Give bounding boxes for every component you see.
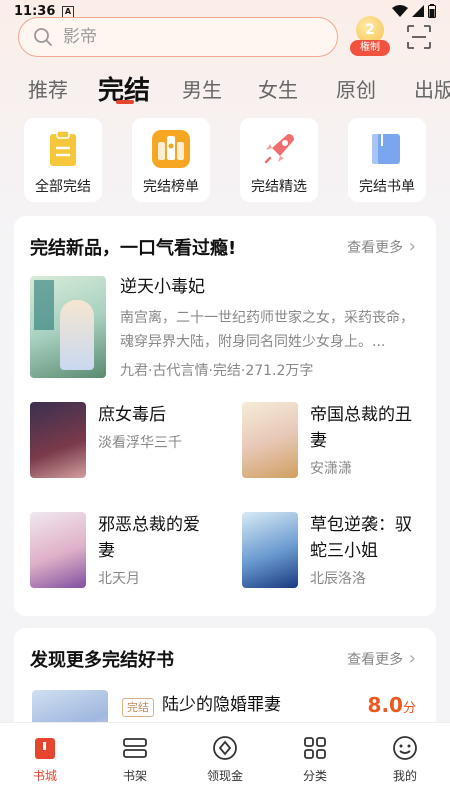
book-title: 逆天小毒妃 (120, 277, 205, 297)
section-title: 完结新品，一口气看过瘾! (30, 238, 237, 259)
wifi-icon (392, 5, 408, 17)
shortcut-ranking[interactable]: 完结榜单 (132, 118, 210, 202)
book-meta: 九君·古代言情·完结·271.2万字 (120, 363, 314, 379)
coin-icon (213, 736, 237, 760)
shortcut-label: 完结榜单 (143, 179, 199, 195)
tab-original[interactable]: 原创 (336, 74, 376, 103)
tab-indicator (116, 100, 134, 104)
bookshelf-icon (123, 738, 147, 758)
nav-label: 领现金 (206, 769, 243, 783)
shortcut-label: 全部完结 (35, 179, 91, 195)
signal-icon (412, 5, 424, 17)
search-input[interactable] (63, 27, 303, 47)
book-title: 邪恶总裁的爱妻 (98, 515, 200, 561)
book-author: 北辰洛洛 (310, 571, 366, 587)
book-author: 北天月 (98, 571, 140, 587)
rocket-icon (264, 134, 294, 164)
document-icon (50, 130, 76, 166)
category-tabs: 推荐 完结 男生 女生 原创 出版 (0, 66, 450, 110)
tab-male[interactable]: 男生 (182, 74, 222, 103)
book-author: 淡看浮华三千 (98, 435, 182, 451)
nav-label: 书城 (32, 769, 57, 783)
book-description: 南宫离，二十一世纪药师世家之女，采药丧命，魂穿异界大陆，附身同名同姓少女身上。.… (120, 310, 414, 350)
shortcut-booklist[interactable]: 完结书单 (348, 118, 426, 202)
vip-badge[interactable]: 2 権制 (350, 16, 390, 56)
nav-label: 书架 (122, 769, 147, 783)
smile-icon (393, 736, 417, 760)
book-cover (30, 512, 86, 588)
nav-profile[interactable]: 我的 (370, 735, 440, 784)
completed-tag: 完结 (122, 696, 154, 717)
ranking-icon (152, 130, 190, 168)
nav-earn-cash[interactable]: 领现金 (190, 735, 260, 784)
tab-female[interactable]: 女生 (258, 74, 298, 103)
shortcut-label: 完结精选 (251, 179, 307, 195)
scan-icon[interactable] (406, 24, 432, 50)
nav-bookstore[interactable]: 书城 (10, 735, 80, 784)
search-bar[interactable] (18, 17, 338, 57)
nav-label: 我的 (392, 769, 417, 783)
status-indicators (392, 4, 436, 18)
search-icon (34, 28, 52, 46)
bottom-nav: 书城 书架 领现金 分类 我的 (0, 722, 450, 800)
tab-recommend[interactable]: 推荐 (28, 74, 68, 103)
book-title: 帝国总裁的丑妻 (310, 405, 412, 451)
shortcut-label: 完结书单 (359, 179, 415, 195)
grid-icon (304, 737, 326, 759)
nav-label: 分类 (302, 769, 327, 783)
nav-category[interactable]: 分类 (280, 735, 350, 784)
vip-label: 権制 (350, 40, 390, 56)
see-more-link[interactable]: 查看更多 (347, 236, 416, 257)
book-author: 安潇潇 (310, 461, 352, 477)
see-more-link[interactable]: 查看更多 (347, 648, 416, 669)
book-cover (242, 512, 298, 588)
book-title: 陆少的隐婚罪妻 (162, 695, 281, 715)
bookstore-icon (35, 738, 55, 759)
book-cover (30, 276, 106, 378)
book-icon (372, 134, 400, 164)
battery-icon (428, 4, 436, 18)
nav-bookshelf[interactable]: 书架 (100, 735, 170, 784)
book-title: 草包逆袭：驭蛇三小姐 (310, 515, 412, 561)
book-title: 庶女毒后 (98, 405, 166, 425)
shortcut-selection[interactable]: 完结精选 (240, 118, 318, 202)
book-cover (30, 402, 86, 478)
book-cover (242, 402, 298, 478)
book-score: 8.0分 (367, 693, 416, 717)
completed-new-section: 完结新品，一口气看过瘾! 查看更多 逆天小毒妃 南宫离，二十一世纪药师世家之女，… (14, 216, 436, 616)
shortcut-all-completed[interactable]: 全部完结 (24, 118, 102, 202)
tab-publish[interactable]: 出版 (414, 74, 450, 103)
section-title: 发现更多完结好书 (30, 650, 174, 671)
